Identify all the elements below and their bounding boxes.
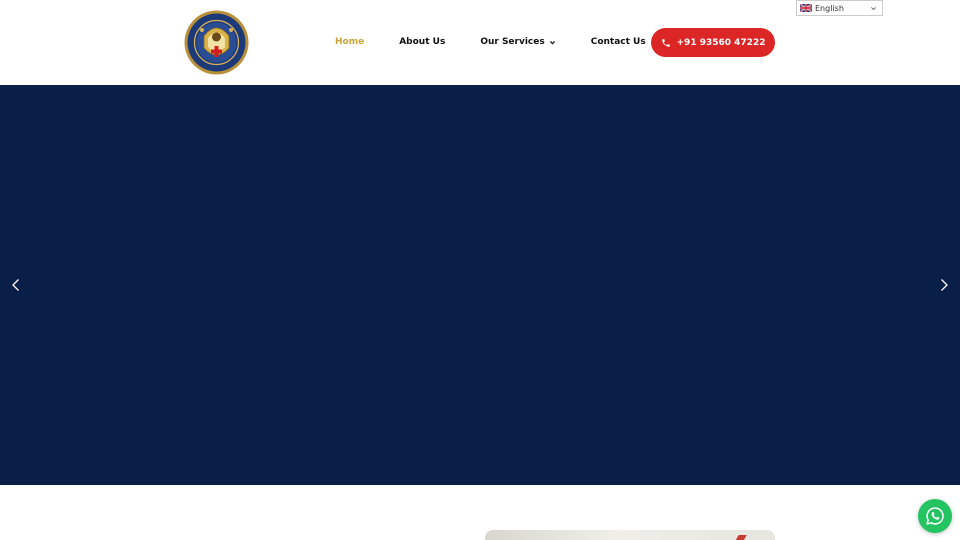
nav-home-label: Home <box>335 37 365 47</box>
site-logo[interactable] <box>184 10 249 75</box>
nav-about-us-label: About Us <box>399 37 446 47</box>
nav-our-services-label: Our Services <box>480 37 545 47</box>
call-phone-label: +91 93560 47222 <box>676 37 766 48</box>
language-selected-label: English <box>815 3 844 13</box>
uk-flag-icon <box>800 4 812 12</box>
whatsapp-chat-button[interactable] <box>918 499 952 533</box>
call-phone-button[interactable]: +91 93560 47222 <box>651 28 775 57</box>
nav-home[interactable]: Home <box>335 37 364 47</box>
content-image-card <box>485 530 775 540</box>
phone-icon <box>661 38 670 47</box>
chevron-left-icon[interactable] <box>9 278 23 292</box>
page: Home About Us Our Services Contact Us +9… <box>0 0 960 540</box>
main-nav: Home About Us Our Services Contact Us <box>335 30 646 54</box>
logo-emblem-icon <box>184 10 249 75</box>
nav-about-us[interactable]: About Us <box>399 37 445 47</box>
chevron-down-icon <box>871 7 876 11</box>
whatsapp-icon <box>926 507 944 525</box>
nav-contact-us[interactable]: Contact Us <box>591 37 646 47</box>
nav-our-services[interactable]: Our Services <box>480 37 555 47</box>
nav-contact-us-label: Contact Us <box>590 37 646 47</box>
language-selector[interactable]: English <box>796 0 883 16</box>
site-header: Home About Us Our Services Contact Us +9… <box>0 0 960 85</box>
hero-slider <box>0 85 960 485</box>
chevron-right-icon[interactable] <box>937 278 951 292</box>
image-accent-mark <box>735 535 747 540</box>
chevron-down-icon <box>549 40 555 44</box>
